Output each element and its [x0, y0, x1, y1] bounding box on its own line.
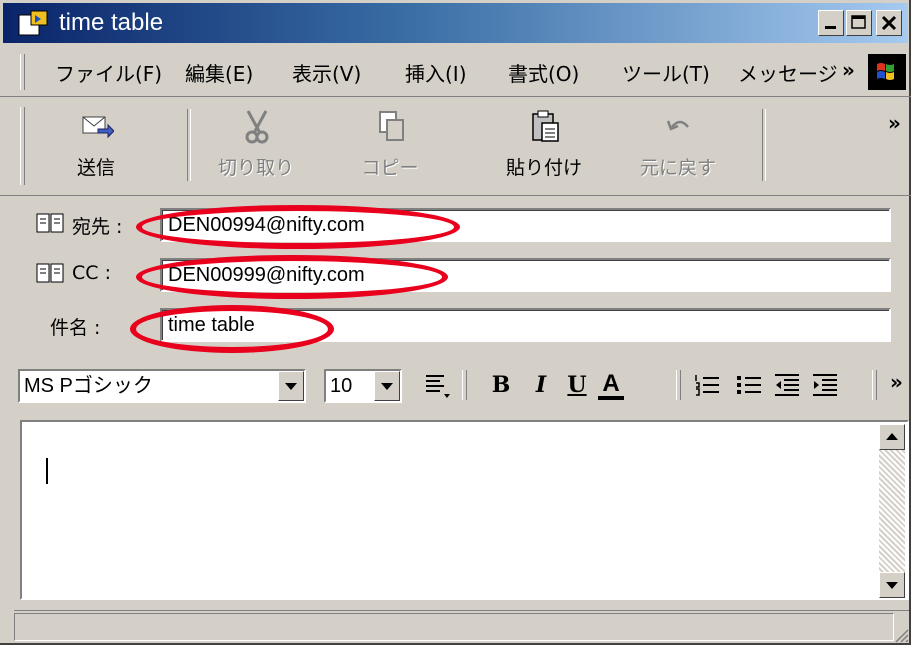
close-button[interactable] — [876, 10, 902, 36]
toolbar-separator — [762, 109, 766, 181]
decrease-indent-icon[interactable] — [772, 370, 802, 400]
status-bar — [14, 610, 909, 643]
paste-icon — [528, 109, 562, 145]
to-field[interactable]: DEN00994@nifty.com — [160, 208, 891, 242]
minimize-button[interactable] — [818, 10, 844, 36]
menu-file[interactable]: ファイル(F) — [55, 58, 162, 87]
undo-label: 元に戻す — [639, 157, 716, 179]
menu-tools[interactable]: ツール(T) — [622, 58, 710, 87]
formatting-toolbar: MS Pゴシック 10 B I U A » — [0, 362, 911, 408]
title-bar[interactable]: time table — [3, 3, 908, 43]
undo-icon — [662, 109, 696, 145]
send-button[interactable]: 送信 — [46, 103, 146, 187]
font-size-value: 10 — [330, 375, 353, 397]
increase-indent-icon[interactable] — [810, 370, 840, 400]
font-size-select[interactable]: 10 — [324, 369, 402, 403]
paste-label: 貼り付け — [505, 157, 582, 179]
scroll-up-button[interactable] — [879, 424, 905, 450]
menu-view[interactable]: 表示(V) — [292, 58, 361, 87]
copy-button[interactable]: コピー — [340, 103, 440, 187]
maximize-button[interactable] — [846, 10, 872, 36]
font-color-button[interactable]: A — [598, 370, 624, 400]
toolbar-grip[interactable] — [20, 107, 25, 185]
bullet-list-icon[interactable] — [734, 370, 764, 400]
scroll-down-button[interactable] — [879, 572, 905, 598]
chevron-down-icon[interactable] — [374, 371, 400, 401]
menu-format[interactable]: 書式(O) — [508, 58, 579, 87]
address-book-icon[interactable] — [36, 212, 64, 234]
scissors-icon — [240, 109, 274, 145]
font-select-value: MS Pゴシック — [24, 375, 153, 397]
message-app-icon[interactable] — [17, 9, 51, 37]
copy-label: コピー — [361, 157, 419, 179]
cc-label: CC : — [72, 262, 111, 284]
toolbar-more-chevron-icon[interactable]: » — [888, 111, 901, 135]
toolbar-separator — [676, 370, 681, 400]
chevron-down-icon[interactable] — [278, 371, 304, 401]
menu-insert[interactable]: 挿入(I) — [405, 58, 467, 87]
compose-window: time table ファイル(F) 編集(E) 表示(V) 挿入(I) 書式(… — [0, 0, 911, 645]
menu-message[interactable]: メッセージ — [738, 58, 838, 87]
resize-grip-icon[interactable] — [891, 625, 909, 643]
text-caret — [46, 458, 48, 484]
toolbar-separator — [872, 370, 877, 400]
cut-label: 切り取り — [217, 157, 294, 179]
menu-more-chevron-icon[interactable]: » — [842, 58, 855, 82]
bold-button[interactable]: B — [486, 370, 516, 400]
menu-edit[interactable]: 編集(E) — [185, 58, 253, 87]
numbered-list-icon[interactable] — [692, 370, 722, 400]
menu-bar-grip[interactable] — [20, 54, 25, 90]
address-book-icon[interactable] — [36, 262, 64, 284]
windows-logo-icon — [868, 54, 906, 90]
vertical-scrollbar[interactable] — [879, 424, 905, 598]
italic-button[interactable]: I — [526, 370, 556, 400]
undo-button[interactable]: 元に戻す — [628, 103, 728, 187]
subject-field[interactable]: time table — [160, 308, 891, 342]
menu-bar: ファイル(F) 編集(E) 表示(V) 挿入(I) 書式(O) ツール(T) メ… — [0, 48, 911, 97]
copy-icon — [374, 109, 408, 145]
standard-toolbar: 送信 切り取り コピー 貼り付け 元に戻す » — [0, 99, 911, 196]
send-label: 送信 — [76, 157, 115, 179]
message-body[interactable] — [20, 420, 909, 600]
underline-button[interactable]: U — [562, 370, 592, 400]
cc-field[interactable]: DEN00999@nifty.com — [160, 258, 891, 292]
toolbar-separator — [462, 370, 467, 400]
paragraph-style-icon[interactable] — [422, 370, 452, 400]
envelope-send-icon — [80, 109, 115, 145]
to-label: 宛先 : — [72, 216, 123, 238]
status-pane — [14, 613, 894, 641]
paste-button[interactable]: 貼り付け — [494, 103, 594, 187]
format-more-chevron-icon[interactable]: » — [890, 370, 903, 394]
toolbar-separator — [187, 109, 191, 181]
cut-button[interactable]: 切り取り — [206, 103, 306, 187]
subject-label: 件名 : — [50, 317, 101, 339]
window-title: time table — [59, 9, 164, 36]
font-select[interactable]: MS Pゴシック — [18, 369, 306, 403]
